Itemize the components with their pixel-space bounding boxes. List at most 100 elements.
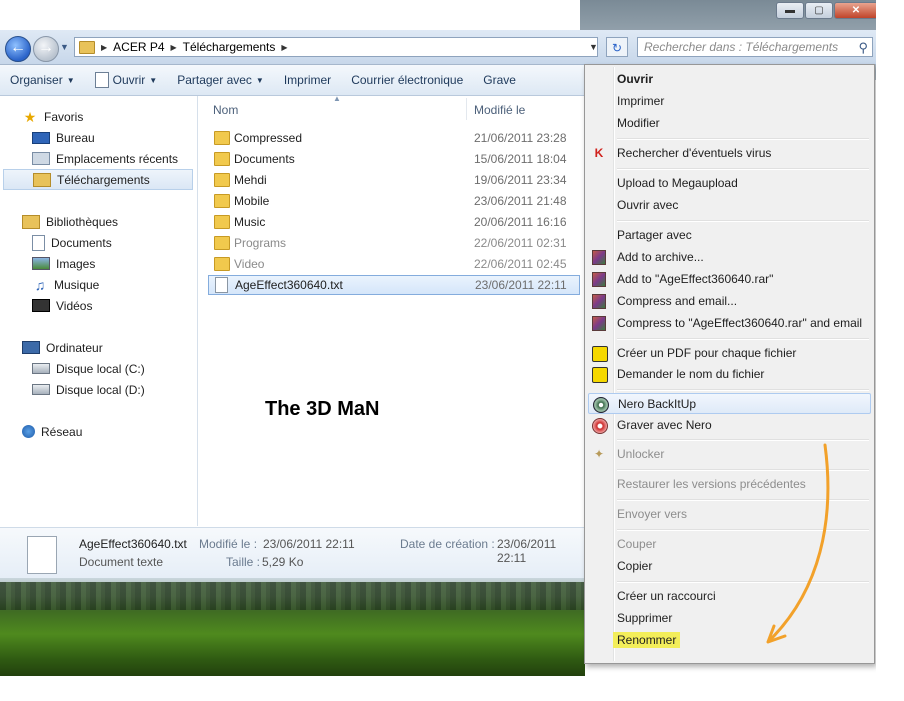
menu-item-print[interactable]: Imprimer [588, 91, 871, 112]
menu-label: Modifier [617, 116, 660, 130]
sidebar-item-disk-c[interactable]: Disque local (C:) [0, 358, 193, 379]
column-divider[interactable] [466, 98, 467, 120]
burn-button[interactable]: Grave [473, 73, 526, 87]
sidebar-item-music[interactable]: ♫ Musique [0, 274, 193, 295]
sidebar-item-libraries[interactable]: Bibliothèques [0, 211, 193, 232]
maximize-button[interactable]: ▢ [805, 2, 833, 19]
file-date: 19/06/2011 23:34 [474, 173, 567, 187]
file-row[interactable]: Compressed 21/06/2011 23:28 [208, 128, 580, 148]
menu-label: Renommer [613, 632, 681, 648]
share-button[interactable]: Partager avec ▼ [167, 73, 274, 87]
magic-wand-icon: ✦ [593, 447, 605, 461]
pdf-creator-icon [592, 367, 608, 383]
sidebar-item-images[interactable]: Images [0, 253, 193, 274]
close-button[interactable]: ✕ [834, 2, 878, 19]
email-button[interactable]: Courrier électronique [341, 73, 473, 87]
organize-button[interactable]: Organiser ▼ [0, 73, 85, 87]
sidebar-item-disk-d[interactable]: Disque local (D:) [0, 379, 193, 400]
winrar-icon [592, 316, 606, 331]
folder-icon [214, 194, 230, 208]
file-name: Programs [234, 236, 287, 250]
sidebar-label: Favoris [44, 109, 84, 124]
history-dropdown-icon[interactable]: ▼ [60, 42, 69, 52]
menu-item-nero-backup[interactable]: Nero BackItUp [588, 393, 871, 414]
menu-label: Envoyer vers [617, 507, 688, 521]
menu-item-open[interactable]: Ouvrir [588, 69, 871, 90]
address-dropdown-icon[interactable]: ▼ [589, 42, 598, 52]
file-name: Mehdi [234, 173, 267, 187]
menu-label: Ouvrir avec [617, 198, 679, 212]
network-icon [22, 425, 35, 438]
menu-label: Nero BackItUp [618, 397, 697, 411]
sidebar-label: Bureau [56, 130, 95, 145]
torn-edge-right [876, 0, 904, 701]
menu-item-share-with[interactable]: Partager avec [588, 225, 871, 246]
forward-button[interactable]: → [33, 36, 59, 62]
file-row-selected[interactable]: AgeEffect360640.txt 23/06/2011 22:11 [208, 275, 580, 295]
file-date: 15/06/2011 18:04 [474, 152, 567, 166]
refresh-button[interactable]: ↻ [606, 37, 628, 57]
file-name: Mobile [234, 194, 270, 208]
winrar-icon [592, 250, 606, 265]
chevron-right-icon[interactable]: ▶ [281, 43, 287, 52]
documents-icon [32, 234, 45, 251]
column-header-modified[interactable]: Modifié le [474, 96, 525, 120]
menu-item-add-rar[interactable]: Add to "AgeEffect360640.rar" [588, 269, 871, 290]
menu-item-upload[interactable]: Upload to Megaupload [588, 173, 871, 194]
menu-item-pdf-ask[interactable]: Demander le nom du fichier [588, 364, 871, 385]
folder-icon [214, 131, 230, 145]
menu-item-edit[interactable]: Modifier [588, 113, 871, 134]
breadcrumb-computer[interactable]: ACER P4 [113, 40, 164, 54]
back-button[interactable]: ← [5, 36, 31, 62]
menu-label: Partager avec [617, 228, 692, 242]
print-button[interactable]: Imprimer [274, 73, 341, 87]
sidebar-item-downloads[interactable]: Téléchargements [3, 169, 193, 190]
text-file-large-icon [27, 536, 57, 574]
file-row[interactable]: Music 20/06/2011 16:16 [208, 212, 580, 232]
chevron-right-icon[interactable]: ▶ [101, 43, 107, 52]
chevron-right-icon[interactable]: ▶ [171, 43, 177, 52]
share-label: Partager avec [177, 73, 252, 87]
sidebar-item-documents[interactable]: Documents [0, 232, 193, 253]
winrar-icon [592, 272, 606, 287]
column-header-name[interactable]: Nom [213, 96, 238, 120]
file-row[interactable]: Video 22/06/2011 02:45 [208, 254, 580, 274]
file-date: 22/06/2011 02:45 [474, 257, 567, 271]
sidebar-label: Téléchargements [57, 172, 150, 187]
menu-item-scan-virus[interactable]: K Rechercher d'éventuels virus [588, 143, 871, 164]
search-icon[interactable]: ⚲ [858, 39, 868, 57]
breadcrumb-downloads[interactable]: Téléchargements [183, 40, 276, 54]
sidebar-item-videos[interactable]: Vidéos [0, 295, 193, 316]
menu-item-compress-rar-email[interactable]: Compress to "AgeEffect360640.rar" and em… [588, 313, 871, 334]
menu-item-compress-email[interactable]: Compress and email... [588, 291, 871, 312]
open-button[interactable]: Ouvrir ▼ [85, 72, 168, 88]
file-row[interactable]: Programs 22/06/2011 02:31 [208, 233, 580, 253]
sidebar-item-favorites[interactable]: ★ Favoris [0, 106, 193, 127]
minimize-button[interactable]: ▬ [776, 2, 804, 19]
file-name: AgeEffect360640.txt [235, 278, 343, 292]
search-input[interactable]: Rechercher dans : Téléchargements ⚲ [637, 37, 873, 57]
folder-icon [79, 40, 95, 54]
search-placeholder: Rechercher dans : Téléchargements [644, 40, 839, 54]
caret-down-icon: ▼ [149, 75, 158, 85]
menu-item-pdf-each[interactable]: Créer un PDF pour chaque fichier [588, 343, 871, 364]
menu-item-add-archive[interactable]: Add to archive... [588, 247, 871, 268]
sidebar-item-recent[interactable]: Emplacements récents [0, 148, 193, 169]
sidebar-item-desktop[interactable]: Bureau [0, 127, 193, 148]
menu-separator [617, 389, 869, 391]
sidebar-item-network[interactable]: Réseau [0, 421, 193, 442]
file-row[interactable]: Mobile 23/06/2011 21:48 [208, 191, 580, 211]
file-row[interactable]: Mehdi 19/06/2011 23:34 [208, 170, 580, 190]
details-size-label: Taille : [226, 555, 261, 569]
menu-item-open-with[interactable]: Ouvrir avec [588, 195, 871, 216]
sidebar-label: Réseau [41, 424, 83, 439]
menu-item-nero-burn[interactable]: Graver avec Nero [588, 415, 871, 436]
sidebar-item-computer[interactable]: Ordinateur [0, 337, 193, 358]
menu-label: Graver avec Nero [617, 418, 712, 432]
file-date: 22/06/2011 02:31 [474, 236, 567, 250]
address-bar[interactable]: ▶ ACER P4 ▶ Téléchargements ▶ [74, 37, 598, 57]
menu-label: Imprimer [617, 94, 665, 108]
folder-icon [214, 173, 230, 187]
folder-icon [214, 215, 230, 229]
file-row[interactable]: Documents 15/06/2011 18:04 [208, 149, 580, 169]
